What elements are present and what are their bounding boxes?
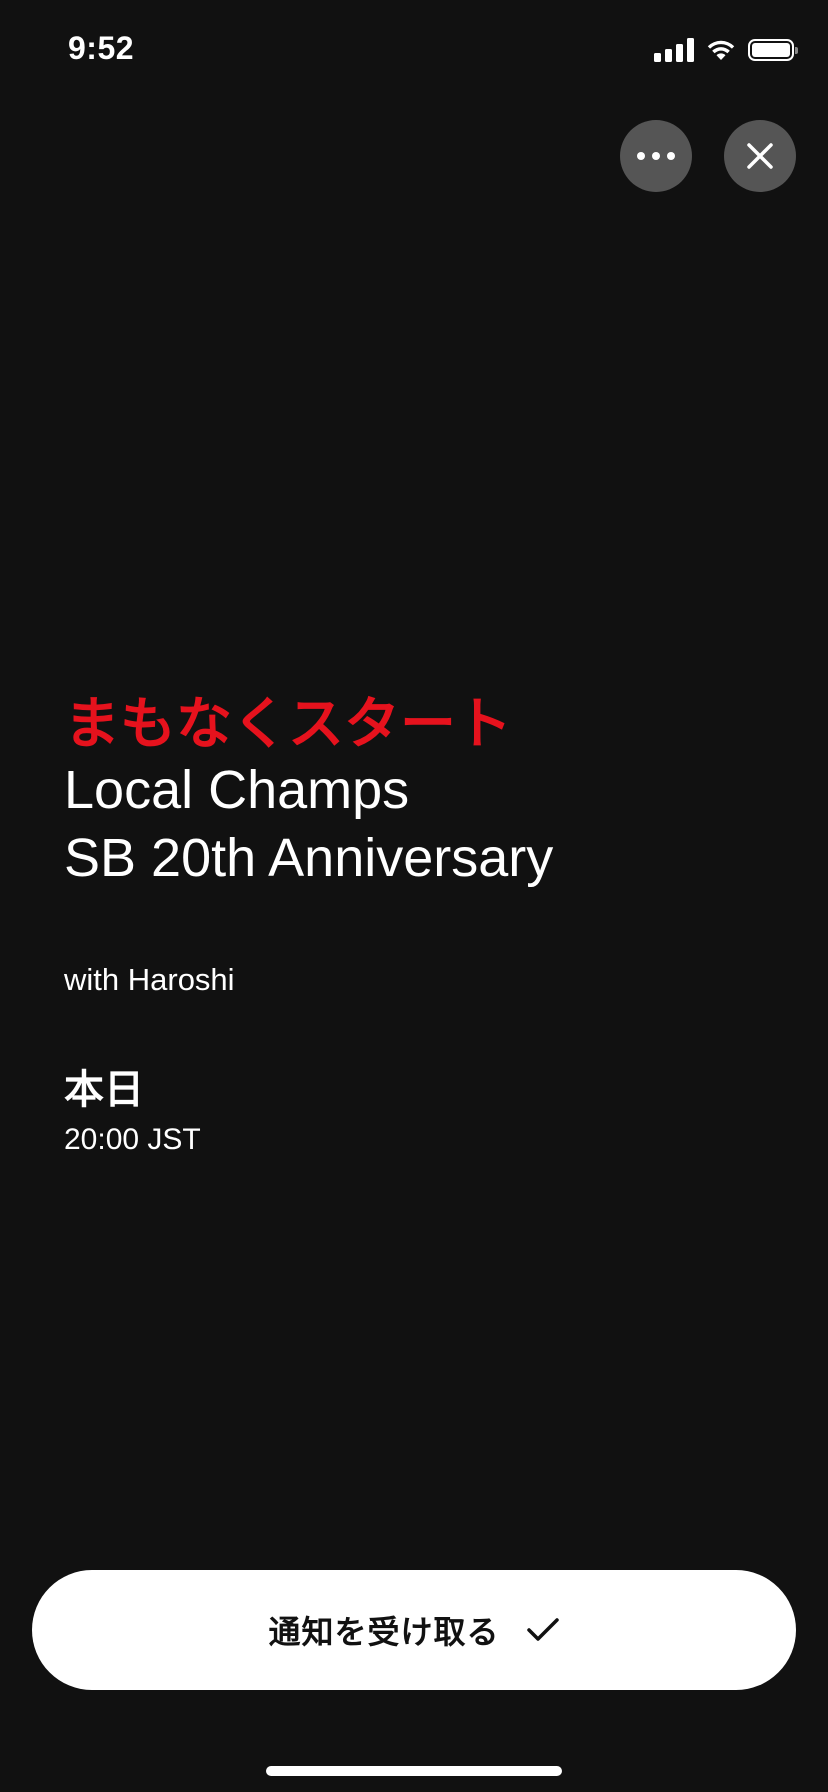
checkmark-icon	[526, 1618, 559, 1641]
event-title-line-2: SB 20th Anniversary	[64, 828, 554, 888]
close-icon	[747, 143, 773, 169]
receive-notification-button[interactable]: 通知を受け取る	[32, 1570, 796, 1690]
event-title-line-1: Local Champs	[64, 760, 410, 820]
event-date: 本日	[64, 1068, 144, 1112]
close-button[interactable]	[724, 120, 796, 192]
notify-button-label: 通知を受け取る	[268, 1614, 500, 1650]
event-headline: まもなくスタート	[64, 692, 512, 755]
status-time: 9:52	[68, 30, 135, 66]
status-icons	[654, 36, 798, 64]
wifi-icon	[706, 38, 736, 62]
cellular-signal-icon	[654, 38, 694, 62]
home-indicator[interactable]	[266, 1766, 562, 1776]
battery-icon	[748, 39, 798, 61]
event-time: 20:00 JST	[64, 1123, 201, 1156]
event-subtitle: with Haroshi	[64, 962, 235, 997]
event-info: まもなくスタート Local Champs SB 20th Anniversar…	[64, 692, 788, 1158]
more-horizontal-icon	[637, 152, 675, 160]
more-options-button[interactable]	[620, 120, 692, 192]
